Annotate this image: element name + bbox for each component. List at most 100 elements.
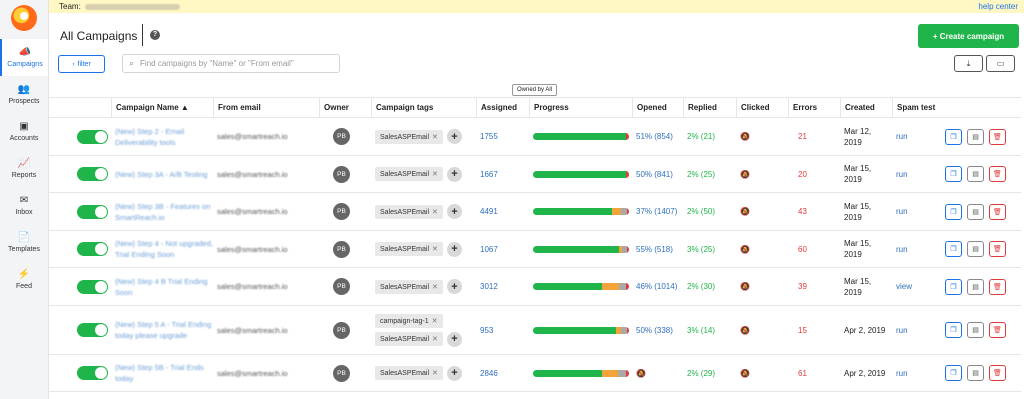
errors-count[interactable]: 60 (798, 245, 807, 254)
replied-stat[interactable]: 2% (25) (687, 170, 715, 179)
spam-test-link[interactable]: run (896, 207, 908, 216)
campaign-name-link[interactable]: (New) Step 3B - Features on SmartReach.i… (115, 201, 213, 223)
spam-test-link[interactable]: run (896, 369, 908, 378)
sidebar-item-feed[interactable]: ⚡ Feed (0, 261, 48, 298)
details-button[interactable]: ▤ (967, 322, 984, 338)
spam-test-link[interactable]: run (896, 245, 908, 254)
campaign-status-toggle[interactable] (76, 323, 108, 337)
duplicate-button[interactable]: ❐ (945, 166, 962, 182)
errors-count[interactable]: 21 (798, 132, 807, 141)
details-button[interactable]: ▤ (967, 365, 984, 381)
campaign-status-toggle[interactable] (76, 242, 108, 256)
sidebar-item-reports[interactable]: 📈 Reports (0, 150, 48, 187)
column-header[interactable]: Campaign Name ▲ (111, 98, 213, 118)
add-tag-button[interactable]: + (446, 279, 462, 294)
replied-stat[interactable]: 2% (50) (687, 207, 715, 216)
campaign-name-link[interactable]: (New) Step 5B - Trial Ends today (115, 362, 213, 384)
details-button[interactable]: ▤ (967, 278, 984, 295)
remove-tag-icon[interactable]: ✕ (432, 336, 438, 343)
remove-tag-icon[interactable]: ✕ (432, 171, 438, 178)
remove-tag-icon[interactable]: ✕ (432, 134, 438, 141)
errors-count[interactable]: 43 (798, 207, 807, 216)
details-button[interactable]: ▤ (967, 166, 984, 182)
remove-tag-icon[interactable]: ✕ (432, 318, 438, 325)
spam-test-link[interactable]: run (896, 132, 908, 141)
assigned-link[interactable]: 2846 (480, 369, 498, 378)
replied-stat[interactable]: 3% (14) (687, 326, 715, 335)
remove-tag-icon[interactable]: ✕ (432, 209, 438, 216)
remove-tag-icon[interactable]: ✕ (432, 246, 438, 253)
errors-count[interactable]: 39 (798, 282, 807, 291)
help-center-link[interactable]: help center (978, 2, 1018, 11)
add-tag-button[interactable]: + (446, 166, 462, 182)
delete-button[interactable]: 🗑 (989, 241, 1006, 257)
logo[interactable] (11, 5, 37, 31)
assigned-link[interactable]: 3012 (480, 282, 498, 291)
filter-button[interactable]: › filter (58, 55, 105, 73)
spam-test-link[interactable]: run (896, 170, 908, 179)
remove-tag-icon[interactable]: ✕ (432, 284, 438, 291)
create-campaign-button[interactable]: + Create campaign (918, 24, 1019, 48)
sidebar-item-inbox[interactable]: ✉ Inbox (0, 187, 48, 224)
replied-stat[interactable]: 2% (21) (687, 132, 715, 141)
opened-stat[interactable]: 46% (1014) (636, 281, 677, 292)
replied-stat[interactable]: 3% (25) (687, 245, 715, 254)
duplicate-button[interactable]: ❐ (945, 365, 962, 381)
duplicate-button[interactable]: ❐ (945, 203, 962, 220)
opened-stat[interactable]: 51% (854) (636, 131, 673, 142)
assigned-link[interactable]: 953 (480, 326, 493, 335)
campaign-status-toggle[interactable] (76, 129, 108, 144)
campaign-status-toggle[interactable] (76, 167, 108, 181)
campaign-name-link[interactable]: (New) Step 5 A - Trial Ending today plea… (115, 319, 213, 341)
opened-stat[interactable]: 37% (1407) (636, 206, 677, 217)
campaign-name-link[interactable]: (New) Step 4 - Not upgraded, Trial Endin… (115, 238, 213, 260)
details-button[interactable]: ▤ (967, 128, 984, 145)
details-button[interactable]: ▤ (967, 203, 984, 220)
download-button[interactable]: ⤓ (954, 55, 983, 72)
details-button[interactable]: ▤ (967, 241, 984, 257)
replied-stat[interactable]: 2% (29) (687, 369, 715, 378)
remove-tag-icon[interactable]: ✕ (432, 370, 438, 377)
sidebar-item-prospects[interactable]: 👥 Prospects (0, 76, 48, 113)
add-tag-button[interactable]: + (446, 241, 462, 257)
delete-button[interactable]: 🗑 (989, 322, 1006, 338)
search-input[interactable] (140, 59, 331, 68)
campaign-status-toggle[interactable] (76, 204, 108, 219)
duplicate-button[interactable]: ❐ (945, 278, 962, 295)
add-tag-button[interactable]: + (446, 204, 462, 219)
errors-count[interactable]: 61 (798, 369, 807, 378)
search-box[interactable]: ⌕ (122, 54, 340, 73)
add-tag-button[interactable]: + (446, 365, 462, 381)
campaign-name-link[interactable]: (New) Step 4 B Trial Ending Soon (115, 276, 213, 298)
campaign-status-toggle[interactable] (76, 279, 108, 294)
assigned-link[interactable]: 4491 (480, 207, 498, 216)
errors-count[interactable]: 20 (798, 170, 807, 179)
campaign-name-link[interactable]: (New) Step 3A - A/B Testing (115, 169, 207, 180)
opened-stat[interactable]: 50% (841) (636, 169, 673, 180)
assigned-link[interactable]: 1755 (480, 132, 498, 141)
duplicate-button[interactable]: ❐ (945, 322, 962, 338)
delete-button[interactable]: 🗑 (989, 128, 1006, 145)
owned-by-filter[interactable]: Owned by All (512, 84, 558, 96)
sidebar-item-templates[interactable]: 📄 Templates (0, 224, 48, 261)
columns-button[interactable]: ▭ (986, 55, 1015, 72)
delete-button[interactable]: 🗑 (989, 278, 1006, 295)
sidebar-item-accounts[interactable]: ▣ Accounts (0, 113, 48, 150)
help-icon[interactable]: ? (150, 30, 160, 40)
duplicate-button[interactable]: ❐ (945, 128, 962, 145)
delete-button[interactable]: 🗑 (989, 365, 1006, 381)
add-tag-button[interactable]: + (446, 331, 462, 347)
opened-stat[interactable]: 50% (338) (636, 325, 673, 336)
add-tag-button[interactable]: + (446, 129, 462, 144)
sidebar-item-campaigns[interactable]: 📣 Campaigns (0, 39, 48, 76)
replied-stat[interactable]: 2% (30) (687, 282, 715, 291)
campaign-name-link[interactable]: (New) Step 2 - Email Deliverability tool… (115, 126, 213, 148)
errors-count[interactable]: 15 (798, 326, 807, 335)
opened-stat[interactable]: 55% (518) (636, 244, 673, 255)
spam-test-link[interactable]: view (896, 282, 912, 291)
duplicate-button[interactable]: ❐ (945, 241, 962, 257)
campaign-status-toggle[interactable] (76, 366, 108, 380)
spam-test-link[interactable]: run (896, 326, 908, 335)
delete-button[interactable]: 🗑 (989, 166, 1006, 182)
delete-button[interactable]: 🗑 (989, 203, 1006, 220)
